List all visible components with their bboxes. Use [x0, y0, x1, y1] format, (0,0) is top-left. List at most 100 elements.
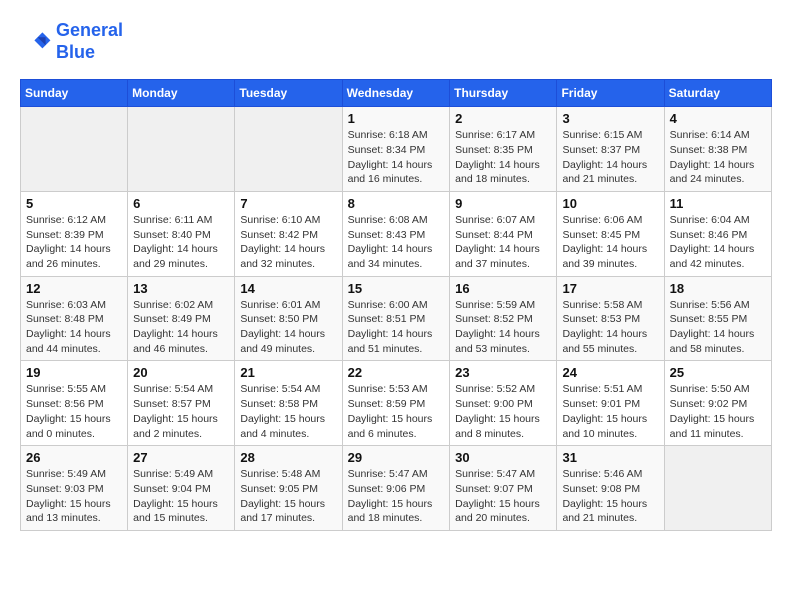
calendar-cell: 4Sunrise: 6:14 AMSunset: 8:38 PMDaylight…	[664, 107, 771, 192]
day-number: 27	[133, 450, 229, 465]
day-info: Sunrise: 6:04 AMSunset: 8:46 PMDaylight:…	[670, 213, 766, 272]
calendar-cell	[235, 107, 342, 192]
day-number: 9	[455, 196, 551, 211]
day-info: Sunrise: 5:54 AMSunset: 8:58 PMDaylight:…	[240, 382, 336, 441]
day-number: 18	[670, 281, 766, 296]
day-number: 28	[240, 450, 336, 465]
day-number: 20	[133, 365, 229, 380]
day-info: Sunrise: 6:02 AMSunset: 8:49 PMDaylight:…	[133, 298, 229, 357]
calendar-cell	[21, 107, 128, 192]
day-number: 31	[562, 450, 658, 465]
day-number: 29	[348, 450, 445, 465]
day-info: Sunrise: 6:15 AMSunset: 8:37 PMDaylight:…	[562, 128, 658, 187]
col-header-saturday: Saturday	[664, 80, 771, 107]
day-number: 6	[133, 196, 229, 211]
day-number: 25	[670, 365, 766, 380]
day-number: 2	[455, 111, 551, 126]
day-info: Sunrise: 5:55 AMSunset: 8:56 PMDaylight:…	[26, 382, 122, 441]
day-info: Sunrise: 6:14 AMSunset: 8:38 PMDaylight:…	[670, 128, 766, 187]
calendar-cell: 19 Sunrise: 5:55 AMSunset: 8:56 PMDayligh…	[21, 361, 128, 446]
calendar-cell: 23Sunrise: 5:52 AMSunset: 9:00 PMDayligh…	[450, 361, 557, 446]
calendar-cell: 12Sunrise: 6:03 AMSunset: 8:48 PMDayligh…	[21, 276, 128, 361]
calendar-cell: 5 Sunrise: 6:12 AMSunset: 8:39 PMDaylight…	[21, 191, 128, 276]
day-number: 21	[240, 365, 336, 380]
day-number: 19	[26, 365, 122, 380]
calendar-table: SundayMondayTuesdayWednesdayThursdayFrid…	[20, 79, 772, 531]
day-number: 17	[562, 281, 658, 296]
day-info: Sunrise: 5:51 AMSunset: 9:01 PMDaylight:…	[562, 382, 658, 441]
day-info: Sunrise: 6:07 AMSunset: 8:44 PMDaylight:…	[455, 213, 551, 272]
day-info: Sunrise: 6:12 AMSunset: 8:39 PMDaylight:…	[26, 213, 122, 272]
day-info: Sunrise: 5:49 AMSunset: 9:04 PMDaylight:…	[133, 467, 229, 526]
logo-icon	[20, 26, 52, 58]
calendar-cell: 18 Sunrise: 5:56 AMSunset: 8:55 PMDayligh…	[664, 276, 771, 361]
calendar-cell	[664, 446, 771, 531]
calendar-week-4: 19 Sunrise: 5:55 AMSunset: 8:56 PMDayligh…	[21, 361, 772, 446]
day-info: Sunrise: 6:08 AMSunset: 8:43 PMDaylight:…	[348, 213, 445, 272]
header-row: SundayMondayTuesdayWednesdayThursdayFrid…	[21, 80, 772, 107]
day-number: 23	[455, 365, 551, 380]
calendar-cell: 8 Sunrise: 6:08 AMSunset: 8:43 PMDaylight…	[342, 191, 450, 276]
calendar-week-5: 26Sunrise: 5:49 AMSunset: 9:03 PMDayligh…	[21, 446, 772, 531]
calendar-cell: 15Sunrise: 6:00 AMSunset: 8:51 PMDayligh…	[342, 276, 450, 361]
calendar-cell: 10 Sunrise: 6:06 AMSunset: 8:45 PMDayligh…	[557, 191, 664, 276]
day-number: 14	[240, 281, 336, 296]
day-info: Sunrise: 5:54 AMSunset: 8:57 PMDaylight:…	[133, 382, 229, 441]
col-header-thursday: Thursday	[450, 80, 557, 107]
col-header-friday: Friday	[557, 80, 664, 107]
day-info: Sunrise: 5:53 AMSunset: 8:59 PMDaylight:…	[348, 382, 445, 441]
day-info: Sunrise: 6:18 AMSunset: 8:34 PMDaylight:…	[348, 128, 445, 187]
day-number: 22	[348, 365, 445, 380]
day-info: Sunrise: 6:10 AMSunset: 8:42 PMDaylight:…	[240, 213, 336, 272]
day-info: Sunrise: 6:00 AMSunset: 8:51 PMDaylight:…	[348, 298, 445, 357]
calendar-cell: 29 Sunrise: 5:47 AMSunset: 9:06 PMDayligh…	[342, 446, 450, 531]
calendar-cell: 28Sunrise: 5:48 AMSunset: 9:05 PMDayligh…	[235, 446, 342, 531]
calendar-cell: 11Sunrise: 6:04 AMSunset: 8:46 PMDayligh…	[664, 191, 771, 276]
logo: General Blue	[20, 20, 123, 63]
calendar-cell: 3 Sunrise: 6:15 AMSunset: 8:37 PMDaylight…	[557, 107, 664, 192]
calendar-cell: 7 Sunrise: 6:10 AMSunset: 8:42 PMDaylight…	[235, 191, 342, 276]
day-info: Sunrise: 6:11 AMSunset: 8:40 PMDaylight:…	[133, 213, 229, 272]
day-number: 12	[26, 281, 122, 296]
day-number: 5	[26, 196, 122, 211]
col-header-monday: Monday	[128, 80, 235, 107]
day-number: 1	[348, 111, 445, 126]
day-number: 7	[240, 196, 336, 211]
col-header-sunday: Sunday	[21, 80, 128, 107]
day-info: Sunrise: 5:46 AMSunset: 9:08 PMDaylight:…	[562, 467, 658, 526]
calendar-cell: 14 Sunrise: 6:01 AMSunset: 8:50 PMDayligh…	[235, 276, 342, 361]
col-header-tuesday: Tuesday	[235, 80, 342, 107]
day-info: Sunrise: 5:58 AMSunset: 8:53 PMDaylight:…	[562, 298, 658, 357]
day-info: Sunrise: 5:56 AMSunset: 8:55 PMDaylight:…	[670, 298, 766, 357]
calendar-cell: 21 Sunrise: 5:54 AMSunset: 8:58 PMDayligh…	[235, 361, 342, 446]
day-info: Sunrise: 5:47 AMSunset: 9:06 PMDaylight:…	[348, 467, 445, 526]
calendar-cell: 16 Sunrise: 5:59 AMSunset: 8:52 PMDayligh…	[450, 276, 557, 361]
day-info: Sunrise: 5:47 AMSunset: 9:07 PMDaylight:…	[455, 467, 551, 526]
day-number: 8	[348, 196, 445, 211]
calendar-cell: 26Sunrise: 5:49 AMSunset: 9:03 PMDayligh…	[21, 446, 128, 531]
calendar-cell: 30 Sunrise: 5:47 AMSunset: 9:07 PMDayligh…	[450, 446, 557, 531]
calendar-cell: 9 Sunrise: 6:07 AMSunset: 8:44 PMDaylight…	[450, 191, 557, 276]
calendar-week-2: 5 Sunrise: 6:12 AMSunset: 8:39 PMDaylight…	[21, 191, 772, 276]
calendar-cell: 2 Sunrise: 6:17 AMSunset: 8:35 PMDaylight…	[450, 107, 557, 192]
calendar-week-3: 12Sunrise: 6:03 AMSunset: 8:48 PMDayligh…	[21, 276, 772, 361]
calendar-cell	[128, 107, 235, 192]
calendar-cell: 22 Sunrise: 5:53 AMSunset: 8:59 PMDayligh…	[342, 361, 450, 446]
calendar-cell: 6 Sunrise: 6:11 AMSunset: 8:40 PMDaylight…	[128, 191, 235, 276]
page-header: General Blue	[20, 20, 772, 63]
calendar-cell: 20 Sunrise: 5:54 AMSunset: 8:57 PMDayligh…	[128, 361, 235, 446]
day-number: 16	[455, 281, 551, 296]
day-number: 26	[26, 450, 122, 465]
day-info: Sunrise: 6:01 AMSunset: 8:50 PMDaylight:…	[240, 298, 336, 357]
calendar-cell: 13 Sunrise: 6:02 AMSunset: 8:49 PMDayligh…	[128, 276, 235, 361]
day-number: 10	[562, 196, 658, 211]
calendar-cell: 27 Sunrise: 5:49 AMSunset: 9:04 PMDayligh…	[128, 446, 235, 531]
day-info: Sunrise: 6:17 AMSunset: 8:35 PMDaylight:…	[455, 128, 551, 187]
calendar-cell: 24Sunrise: 5:51 AMSunset: 9:01 PMDayligh…	[557, 361, 664, 446]
day-number: 13	[133, 281, 229, 296]
calendar-week-1: 1 Sunrise: 6:18 AMSunset: 8:34 PMDaylight…	[21, 107, 772, 192]
day-number: 3	[562, 111, 658, 126]
day-info: Sunrise: 5:59 AMSunset: 8:52 PMDaylight:…	[455, 298, 551, 357]
day-info: Sunrise: 6:06 AMSunset: 8:45 PMDaylight:…	[562, 213, 658, 272]
day-number: 30	[455, 450, 551, 465]
